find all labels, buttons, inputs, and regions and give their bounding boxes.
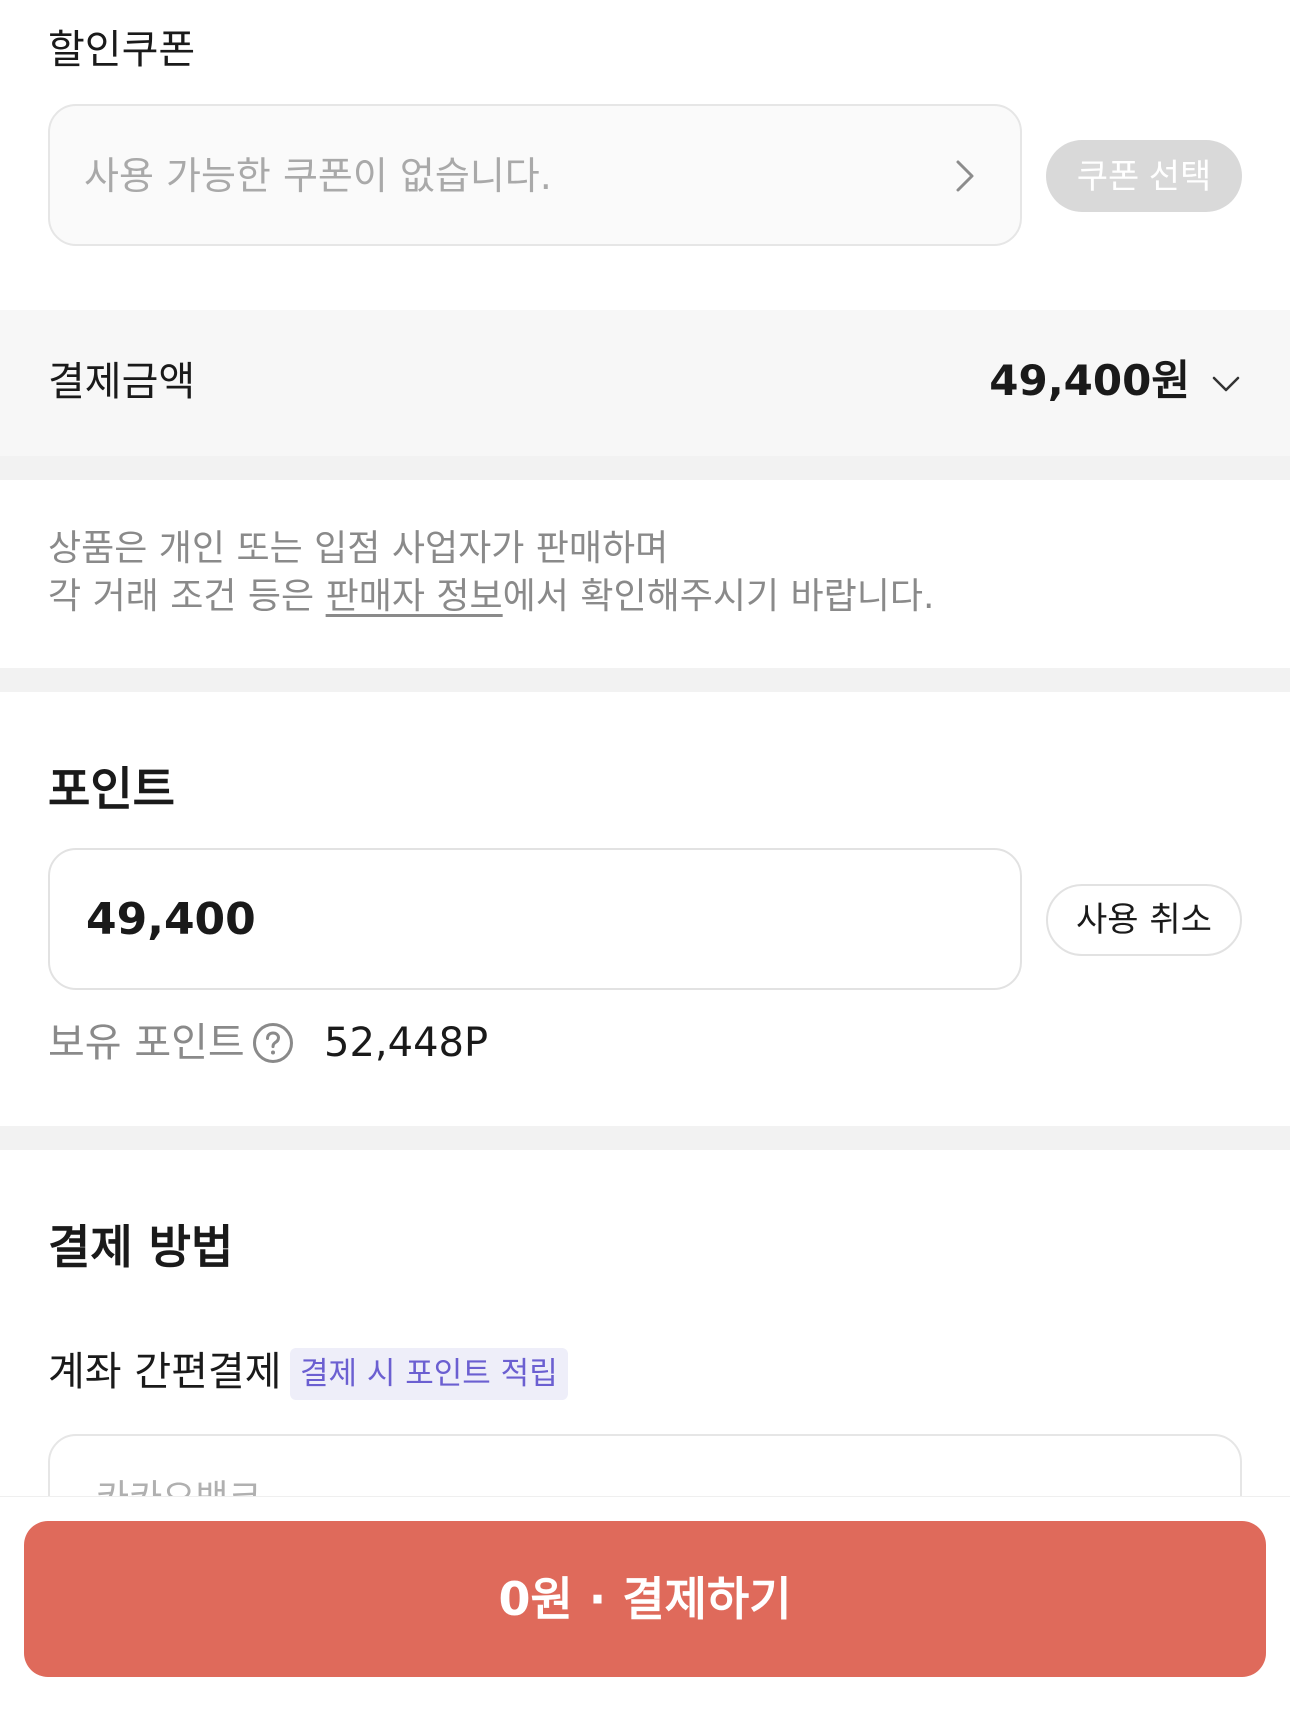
points-cancel-button[interactable]: 사용 취소 xyxy=(1046,884,1242,956)
point-reward-badge: 결제 시 포인트 적립 xyxy=(290,1348,568,1400)
notice-line-2: 각 거래 조건 등은 판매자 정보에서 확인해주시기 바랍니다. xyxy=(48,574,934,620)
checkout-action: 결제하기 xyxy=(622,1572,792,1626)
chevron-right-icon xyxy=(956,160,974,192)
notice-text: 각 거래 조건 등은 xyxy=(48,576,326,617)
checkout-button[interactable]: 0원 · 결제하기 xyxy=(24,1521,1266,1677)
coupon-select-button[interactable]: 쿠폰 선택 xyxy=(1046,140,1242,212)
payment-method-title: 결제 방법 xyxy=(48,1220,234,1274)
points-input[interactable] xyxy=(48,848,1022,990)
seller-notice: 상품은 개인 또는 입점 사업자가 판매하며 각 거래 조건 등은 판매자 정보… xyxy=(0,480,1290,668)
checkout-bar: 0원 · 결제하기 xyxy=(0,1496,1290,1721)
coupon-section: 할인쿠폰 사용 가능한 쿠폰이 없습니다. 쿠폰 선택 xyxy=(0,0,1290,310)
payment-amount-row[interactable]: 결제금액 49,400원 xyxy=(0,310,1290,457)
section-divider xyxy=(0,668,1290,692)
seller-info-link[interactable]: 판매자 정보 xyxy=(326,576,503,617)
owned-points-label: 보유 포인트 xyxy=(48,1020,245,1066)
section-divider xyxy=(0,1126,1290,1150)
payment-amount-label: 결제금액 xyxy=(48,359,196,405)
coupon-heading: 할인쿠폰 xyxy=(48,27,196,73)
points-title: 포인트 xyxy=(48,762,175,816)
payment-amount-value: 49,400원 xyxy=(989,356,1190,405)
section-divider xyxy=(0,456,1290,480)
coupon-placeholder: 사용 가능한 쿠폰이 없습니다. xyxy=(84,154,552,198)
checkout-amount: 0원 xyxy=(498,1572,573,1626)
account-easy-pay-label: 계좌 간편결제 xyxy=(48,1349,282,1395)
notice-text: 에서 확인해주시기 바랍니다. xyxy=(502,576,935,617)
chevron-down-icon[interactable] xyxy=(1210,368,1242,400)
notice-line-1: 상품은 개인 또는 입점 사업자가 판매하며 xyxy=(48,528,669,569)
question-circle-icon[interactable] xyxy=(252,1022,294,1064)
checkout-separator: · xyxy=(588,1572,607,1626)
coupon-dropdown[interactable]: 사용 가능한 쿠폰이 없습니다. xyxy=(48,104,1022,246)
owned-points-value: 52,448P xyxy=(324,1020,489,1066)
points-section: 포인트 사용 취소 보유 포인트 52,448P xyxy=(0,692,1290,1126)
